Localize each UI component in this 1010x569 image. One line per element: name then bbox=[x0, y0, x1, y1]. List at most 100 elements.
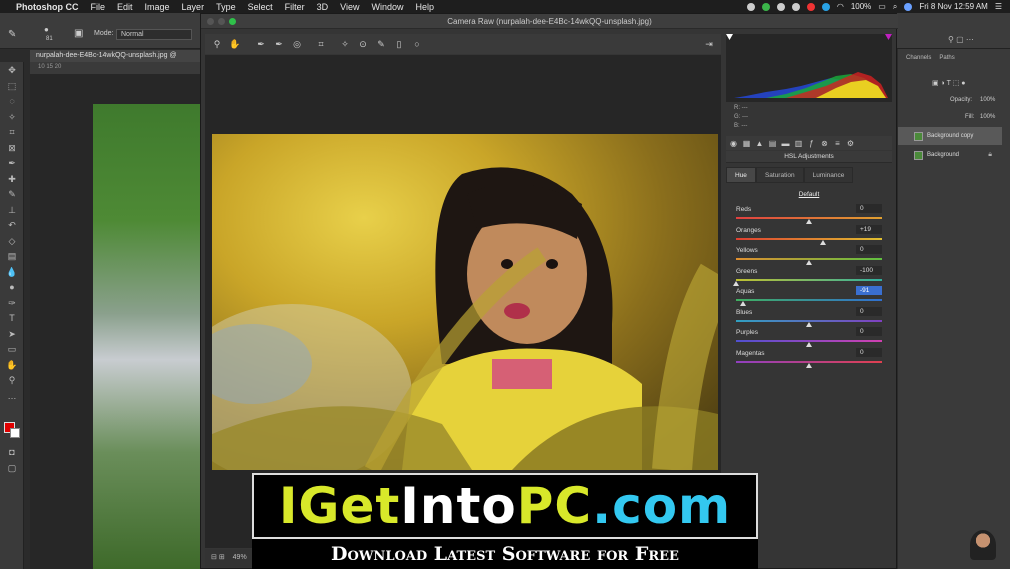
more-tools-icon[interactable]: … bbox=[4, 390, 20, 402]
status-icon[interactable] bbox=[746, 2, 755, 11]
battery-icon[interactable]: ▭ bbox=[878, 2, 886, 11]
blur-tool-icon[interactable]: 💧 bbox=[4, 266, 20, 278]
targeted-adjust-icon[interactable]: ◎ bbox=[291, 38, 303, 50]
detail-panel-icon[interactable]: ▲ bbox=[755, 139, 764, 148]
menu-file[interactable]: File bbox=[91, 2, 106, 12]
fullscreen-icon[interactable]: ⇥ bbox=[703, 38, 715, 50]
fill-value[interactable]: 100% bbox=[980, 114, 995, 120]
hand-tool-icon[interactable]: ✋ bbox=[229, 38, 241, 50]
split-toning-icon[interactable]: ▬ bbox=[781, 139, 790, 148]
menu-edit[interactable]: Edit bbox=[117, 2, 133, 12]
brush-panel-icon[interactable]: ▣ bbox=[74, 28, 83, 39]
brush-tool-icon[interactable]: ✎ bbox=[8, 29, 16, 40]
quick-select-icon[interactable]: ✧ bbox=[4, 111, 20, 123]
spot-removal-icon[interactable]: ✧ bbox=[339, 38, 351, 50]
search-icon[interactable]: ⌕ bbox=[893, 2, 897, 12]
path-select-icon[interactable]: ➤ bbox=[4, 328, 20, 340]
effects-panel-icon[interactable]: ƒ bbox=[807, 139, 816, 148]
notification-icon[interactable]: ☰ bbox=[995, 2, 1002, 11]
slider-value-input[interactable]: 0 bbox=[856, 204, 882, 213]
menu-window[interactable]: Window bbox=[371, 2, 403, 12]
zoom-tool-icon[interactable]: ⚲ bbox=[4, 374, 20, 386]
status-icon[interactable] bbox=[776, 2, 785, 11]
menu-app[interactable]: Photoshop CC bbox=[16, 2, 79, 12]
slider-track[interactable] bbox=[736, 299, 882, 301]
clock[interactable]: Fri 8 Nov 12:59 AM bbox=[919, 2, 987, 11]
slider-handle[interactable] bbox=[739, 301, 746, 306]
brush-tool-icon[interactable]: ✎ bbox=[4, 188, 20, 200]
layer-filter-icons[interactable]: ▣ ◑ T ⬚ ● bbox=[932, 79, 966, 87]
opacity-value[interactable]: 100% bbox=[980, 97, 995, 103]
graduated-filter-icon[interactable]: ▯ bbox=[393, 38, 405, 50]
zoom-in-icon[interactable]: ⊞ bbox=[219, 554, 225, 561]
menu-filter[interactable]: Filter bbox=[285, 2, 305, 12]
slider-handle[interactable] bbox=[806, 219, 812, 224]
shape-tool-icon[interactable]: ▭ bbox=[4, 343, 20, 355]
lens-corrections-icon[interactable]: ▥ bbox=[794, 139, 803, 148]
hsl-panel-icon[interactable]: ▤ bbox=[768, 139, 777, 148]
healing-brush-icon[interactable]: ✚ bbox=[4, 173, 20, 185]
screen-mode-icon[interactable]: ▢ bbox=[4, 462, 20, 474]
menu-image[interactable]: Image bbox=[145, 2, 170, 12]
lock-icon[interactable]: 🔒︎ bbox=[988, 151, 992, 159]
slider-handle[interactable] bbox=[806, 362, 812, 368]
slider-handle[interactable] bbox=[806, 260, 812, 265]
background-color[interactable] bbox=[10, 428, 20, 438]
zoom-level[interactable]: 49% bbox=[233, 554, 247, 561]
crop-tool-icon[interactable]: ⌗ bbox=[4, 126, 20, 138]
close-button[interactable] bbox=[207, 18, 214, 25]
user-icon[interactable] bbox=[904, 2, 913, 11]
menu-view[interactable]: View bbox=[340, 2, 359, 12]
zoom-button[interactable] bbox=[229, 18, 236, 25]
pen-tool-icon[interactable]: ✑ bbox=[4, 297, 20, 309]
slider-value-input[interactable]: 0 bbox=[856, 245, 882, 254]
dodge-tool-icon[interactable]: ● bbox=[4, 281, 20, 293]
color-sampler-icon[interactable]: ✒ bbox=[273, 38, 285, 50]
zoom-out-icon[interactable]: ⊟ bbox=[211, 554, 217, 561]
crop-tool-icon[interactable]: ⌗ bbox=[315, 38, 327, 50]
radial-filter-icon[interactable]: ○ bbox=[411, 38, 423, 50]
slider-value-input[interactable]: -91 bbox=[856, 286, 882, 295]
zoom-tool-icon[interactable]: ⚲ bbox=[211, 38, 223, 50]
tab-channels[interactable]: Channels bbox=[906, 55, 931, 61]
brush-preset-icon[interactable]: ● bbox=[44, 25, 49, 34]
wifi-icon[interactable]: ◠ bbox=[837, 2, 844, 11]
stamp-tool-icon[interactable]: ⊥ bbox=[4, 204, 20, 216]
slider-track[interactable] bbox=[736, 278, 882, 281]
tab-paths[interactable]: Paths bbox=[939, 55, 954, 61]
history-brush-icon[interactable]: ↶ bbox=[4, 219, 20, 231]
slider-value-input[interactable]: 0 bbox=[856, 306, 882, 316]
presets-icon[interactable]: ≡ bbox=[833, 139, 842, 148]
slider-handle[interactable] bbox=[733, 280, 739, 286]
document-tab[interactable]: nurpalah-dee-E4Bc-14wkQQ-unsplash.jpg @ bbox=[30, 50, 200, 62]
status-icon-red[interactable] bbox=[806, 2, 815, 11]
marquee-tool-icon[interactable]: ⬚ bbox=[4, 80, 20, 92]
basic-panel-icon[interactable]: ◉ bbox=[729, 139, 738, 148]
status-icon[interactable] bbox=[791, 2, 800, 11]
tab-luminance[interactable]: Luminance bbox=[803, 167, 854, 183]
menu-layer[interactable]: Layer bbox=[182, 2, 205, 12]
minimize-button[interactable] bbox=[218, 18, 225, 25]
layer-row[interactable]: Background copy bbox=[898, 127, 1002, 145]
slider-value-input[interactable]: 0 bbox=[856, 327, 882, 336]
color-swatches[interactable] bbox=[4, 422, 20, 438]
white-balance-icon[interactable]: ✒ bbox=[255, 38, 267, 50]
menu-select[interactable]: Select bbox=[248, 2, 273, 12]
mode-select[interactable]: Normal bbox=[116, 29, 192, 40]
default-link[interactable]: Default bbox=[726, 191, 892, 198]
menu-3d[interactable]: 3D bbox=[317, 2, 329, 12]
slider-value-input[interactable]: -100 bbox=[856, 265, 882, 275]
status-icon-green[interactable] bbox=[761, 2, 770, 11]
move-tool-icon[interactable]: ✥ bbox=[4, 64, 20, 76]
dropbox-icon[interactable] bbox=[821, 2, 830, 11]
quick-mask-icon[interactable]: ◘ bbox=[4, 446, 20, 458]
adjustment-brush-icon[interactable]: ✎ bbox=[375, 38, 387, 50]
slider-value-input[interactable]: 0 bbox=[856, 347, 882, 357]
slider-handle[interactable] bbox=[819, 239, 826, 245]
tab-hue[interactable]: Hue bbox=[726, 167, 756, 183]
lasso-tool-icon[interactable]: ◌ bbox=[4, 95, 20, 107]
frame-tool-icon[interactable]: ⊠ bbox=[4, 142, 20, 154]
tab-saturation[interactable]: Saturation bbox=[755, 167, 804, 183]
slider-value-input[interactable]: +19 bbox=[856, 224, 882, 234]
type-tool-icon[interactable]: T bbox=[4, 312, 20, 324]
